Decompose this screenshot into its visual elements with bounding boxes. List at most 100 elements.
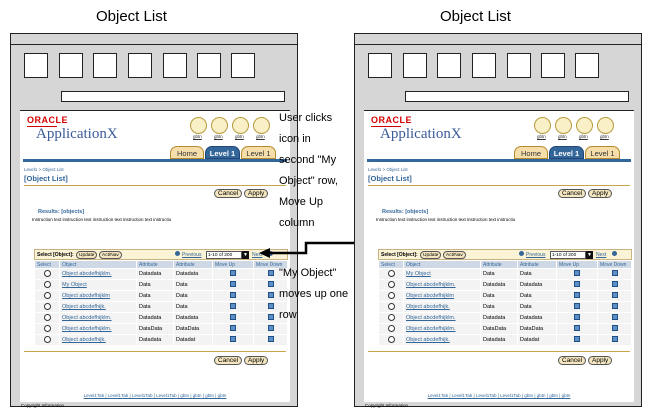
brand-rule: [367, 159, 631, 162]
global-button-label[interactable]: gbtn: [579, 134, 588, 139]
select-object-label: Select [Object]:: [381, 252, 418, 258]
attribute-cell: DataData: [480, 323, 518, 335]
attribute-cell: Data: [517, 301, 557, 313]
object-link[interactable]: Object abcdefhijk.: [406, 304, 450, 310]
footer-links[interactable]: Level1Tab | Level1Tab | Level1Tab | Leve…: [364, 393, 634, 398]
global-button-icon[interactable]: [534, 117, 551, 134]
attribute-cell: DataData: [517, 323, 557, 335]
address-bar[interactable]: [405, 91, 629, 102]
toolbar-button-placeholder[interactable]: [437, 53, 461, 78]
table-row: My Object Data Data: [378, 268, 632, 280]
toolbar-button-placeholder[interactable]: [368, 53, 392, 78]
table-row: Object abcdefhijk. Datadata Datadat: [378, 334, 632, 346]
toolbar-button-placeholder[interactable]: [541, 53, 565, 78]
table-row: Object abcdefhijklm. Datadata Datadata: [378, 279, 632, 291]
move-down-icon[interactable]: [611, 281, 618, 287]
move-up-icon[interactable]: [574, 336, 580, 342]
page-content: ORACLE ApplicationX gbtn gbtn gbtn gbtn …: [364, 110, 634, 408]
toolbar-button-placeholder[interactable]: [507, 53, 531, 78]
move-down-icon[interactable]: [611, 292, 618, 298]
global-button-label[interactable]: gbtn: [600, 134, 609, 139]
attribute-cell: Datadata: [517, 279, 557, 291]
move-down-icon[interactable]: [611, 303, 618, 309]
attribute-cell: Data: [480, 301, 518, 313]
footer-rule: [368, 351, 630, 352]
next-link[interactable]: Next: [596, 251, 606, 259]
apply-button[interactable]: Apply: [588, 356, 613, 365]
column-header[interactable]: Select: [378, 260, 404, 269]
global-button-label[interactable]: gbtn: [537, 134, 546, 139]
move-down-icon[interactable]: [611, 270, 618, 276]
toolbar-button-placeholder[interactable]: [403, 53, 427, 78]
update-button[interactable]: Update: [420, 251, 442, 259]
frame-title-after: Object List: [440, 8, 511, 25]
tab-level1[interactable]: Level 1: [585, 146, 620, 159]
move-down-icon[interactable]: [611, 325, 618, 331]
radio-button[interactable]: [387, 302, 395, 310]
title-rule: [368, 185, 630, 186]
column-header[interactable]: Attribute: [480, 260, 518, 269]
object-table: Select Object Attribute Attribute Move U…: [378, 260, 632, 346]
move-up-icon[interactable]: [574, 281, 580, 287]
column-header[interactable]: Move Down: [597, 260, 632, 269]
radio-button[interactable]: [387, 291, 395, 299]
radio-button[interactable]: [387, 280, 395, 288]
tab-level1-active[interactable]: Level 1: [549, 146, 584, 159]
tab-home[interactable]: Home: [514, 146, 548, 159]
radio-button[interactable]: [387, 324, 395, 332]
move-up-icon[interactable]: [574, 314, 580, 320]
move-up-icon[interactable]: [574, 270, 580, 276]
results-header: Results: [objects]: [382, 209, 429, 215]
object-link[interactable]: Object abcdefhijklm.: [406, 282, 456, 288]
global-button-label[interactable]: gbtn: [558, 134, 567, 139]
instruction-text: Instruction text instruction text instru…: [376, 217, 516, 222]
attribute-cell: Data: [480, 290, 518, 302]
move-down-icon[interactable]: [611, 314, 618, 320]
table-row: Object abcdefhijklm. DataData DataData: [378, 323, 632, 335]
attribute-cell: Datadata: [480, 279, 518, 291]
dropdown-arrow-icon[interactable]: ▼: [586, 251, 593, 259]
move-up-icon[interactable]: [574, 303, 580, 309]
column-header[interactable]: Move Up: [556, 260, 598, 269]
global-button-icon[interactable]: [555, 117, 572, 134]
move-up-icon[interactable]: [574, 325, 580, 331]
window-top-rule: [355, 44, 641, 45]
previous-arrow-icon[interactable]: [519, 251, 524, 259]
radio-button[interactable]: [387, 313, 395, 321]
attribute-cell: Data: [517, 268, 557, 280]
global-button-icon[interactable]: [597, 117, 614, 134]
breadcrumb[interactable]: Level1 > Object List: [368, 167, 408, 172]
attribute-cell: Data: [517, 290, 557, 302]
object-link[interactable]: My Object: [406, 271, 431, 277]
table-toolbar: Select [Object]: Update Act/Nav Previous…: [378, 249, 632, 260]
object-link[interactable]: Object abcdefhijk.: [406, 337, 450, 343]
object-link[interactable]: Object abcdefhijklm: [406, 293, 454, 299]
move-up-icon[interactable]: [574, 292, 580, 298]
attribute-cell: Datadata: [517, 312, 557, 324]
cancel-button[interactable]: Cancel: [558, 189, 587, 198]
column-header[interactable]: Attribute: [517, 260, 557, 269]
attribute-cell: Datadata: [480, 334, 518, 346]
copyright: Copyright Information: [365, 403, 409, 408]
next-arrow-icon[interactable]: [612, 251, 617, 259]
radio-button[interactable]: [387, 269, 395, 277]
global-button-icon[interactable]: [576, 117, 593, 134]
previous-link[interactable]: Previous: [526, 251, 545, 259]
object-link[interactable]: Object abcdefhijklm.: [406, 326, 456, 332]
browser-window-after: ORACLE ApplicationX gbtn gbtn gbtn gbtn …: [354, 33, 642, 408]
range-select[interactable]: 1-10 of 200: [550, 251, 586, 259]
toolbar-button-placeholder[interactable]: [575, 53, 599, 78]
toolbar-button-placeholder[interactable]: [472, 53, 496, 78]
table-row: Object abcdefhijk. Data Data: [378, 301, 632, 313]
attribute-cell: Datadata: [480, 312, 518, 324]
act-nav-button[interactable]: Act/Nav: [443, 251, 466, 259]
app-name: ApplicationX: [380, 126, 462, 142]
column-header[interactable]: Object: [403, 260, 481, 269]
cancel-button[interactable]: Cancel: [558, 356, 587, 365]
radio-button[interactable]: [387, 335, 395, 343]
object-link[interactable]: Object abcdefhijklm.: [406, 315, 456, 321]
page-title: [Object List]: [368, 174, 412, 183]
attribute-cell: Data: [480, 268, 518, 280]
move-down-icon[interactable]: [611, 336, 618, 342]
apply-button[interactable]: Apply: [588, 189, 613, 198]
